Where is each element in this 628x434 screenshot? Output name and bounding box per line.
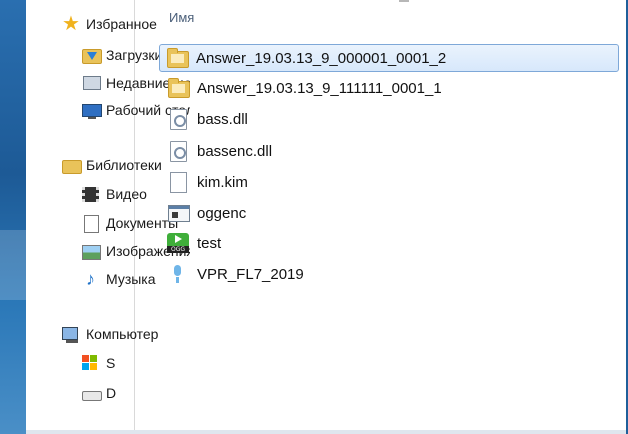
application-icon [167,202,190,224]
recent-places-icon [82,74,101,92]
file-name: kim.kim [197,173,248,191]
system-drive-icon [82,354,100,372]
nav-label: Библиотеки [86,157,162,173]
dll-file-icon [167,140,189,162]
star-icon: ★ [62,13,80,35]
status-bar-edge [26,430,626,434]
nav-label: D [106,385,117,401]
navigation-pane: ★ Избранное Загрузки Недавние места Рабо… [26,0,190,434]
nav-label: Загрузки [106,47,163,63]
file-row[interactable]: VPR_FL7_2019 [161,261,621,287]
name-column-header[interactable]: Имя [169,10,194,25]
video-icon [82,185,100,203]
drive-icon [82,384,102,402]
file-row[interactable]: bass.dll [161,106,621,132]
explorer-window: ★ Избранное Загрузки Недавние места Рабо… [26,0,626,434]
nav-label: S [106,355,116,371]
nav-favorites[interactable]: ★ Избранное [62,13,170,35]
column-divider [399,0,409,2]
file-name: bass.dll [197,110,248,128]
file-row[interactable]: oggenc [161,200,621,226]
dll-file-icon [167,108,189,130]
file-name: VPR_FL7_2019 [197,265,304,283]
file-row[interactable]: kim.kim [161,169,621,195]
blank-file-icon [167,171,189,193]
libraries-icon [62,156,82,174]
audio-file-icon [167,263,189,285]
nav-libraries[interactable]: Библиотеки [62,154,170,176]
file-row[interactable]: test [161,230,621,256]
file-row[interactable]: Answer_19.03.13_9_111111_0001_1 [161,75,621,101]
nav-label: Видео [106,186,147,202]
file-list-pane: Имя Answer_19.03.13_9_000001_0001_2 Answ… [159,0,626,434]
nav-label: Избранное [86,16,157,32]
file-name: test [197,234,222,252]
file-name: oggenc [197,204,247,222]
desktop-icon [82,101,102,119]
nav-label: Музыка [106,271,156,287]
file-row[interactable]: Answer_19.03.13_9_000001_0001_2 [159,44,619,72]
music-icon: ♪ [86,269,95,289]
file-name: bassenc.dll [197,142,273,160]
nav-computer[interactable]: Компьютер [62,323,170,345]
folder-icon [167,77,190,99]
computer-icon [62,325,80,343]
documents-icon [82,214,100,233]
downloads-icon [82,46,102,64]
file-row[interactable]: bassenc.dll [161,138,621,164]
file-name: Answer_19.03.13_9_000001_0001_2 [196,49,447,67]
ogg-file-icon [167,232,189,254]
file-name: Answer_19.03.13_9_111111_0001_1 [197,79,442,97]
nav-label: Компьютер [86,326,159,342]
folder-icon [166,47,189,69]
pictures-icon [82,242,101,260]
